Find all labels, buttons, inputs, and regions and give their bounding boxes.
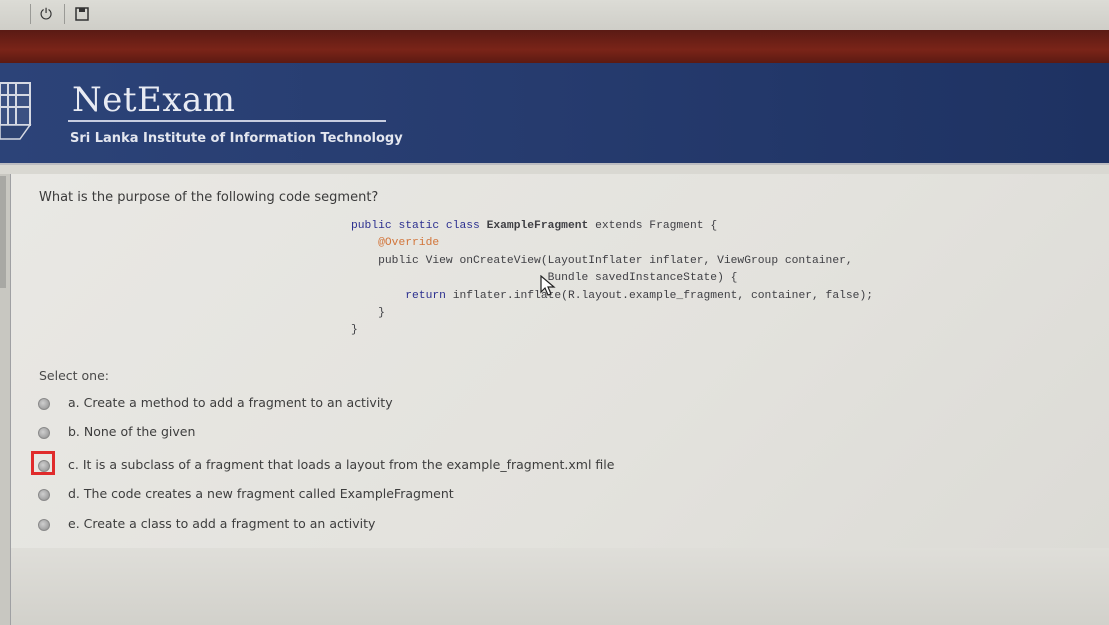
- accent-bar: [0, 30, 1109, 63]
- code-block: public static class ExampleFragment exte…: [351, 218, 873, 340]
- answer-option-c[interactable]: c. It is a subclass of a fragment that l…: [11, 451, 911, 479]
- code-line-1: public static class ExampleFragment exte…: [351, 220, 718, 232]
- site-header: NetExam Sri Lanka Institute of Informati…: [0, 63, 1109, 165]
- power-icon[interactable]: ⏻: [36, 4, 56, 24]
- code-line-7: }: [351, 324, 358, 337]
- question-text: What is the purpose of the following cod…: [39, 190, 379, 205]
- toolbar-separator: [30, 4, 31, 24]
- code-line-6: }: [351, 307, 385, 320]
- question-card: What is the purpose of the following cod…: [11, 174, 1109, 549]
- code-line-5: return inflater.inflate(R.layout.example…: [405, 289, 874, 302]
- radio-button[interactable]: [38, 398, 50, 410]
- answer-label[interactable]: e. Create a class to add a fragment to a…: [68, 516, 375, 531]
- code-line-3: public View onCreateView(LayoutInflater …: [351, 254, 853, 267]
- site-title[interactable]: NetExam: [72, 80, 236, 120]
- radio-button[interactable]: [38, 519, 50, 531]
- radio-button[interactable]: [38, 460, 50, 472]
- question-nav-tab[interactable]: [0, 176, 6, 288]
- answer-option-d[interactable]: d. The code creates a new fragment calle…: [11, 484, 911, 508]
- site-subtitle: Sri Lanka Institute of Information Techn…: [70, 131, 403, 146]
- crest-logo: [0, 82, 32, 140]
- answer-option-e[interactable]: e. Create a class to add a fragment to a…: [11, 514, 911, 538]
- browser-toolbar: ⏻: [0, 0, 1109, 30]
- answer-label[interactable]: c. It is a subclass of a fragment that l…: [68, 457, 614, 472]
- toolbar-separator: [64, 4, 65, 24]
- page-footer-area: [10, 548, 1109, 625]
- answer-label[interactable]: a. Create a method to add a fragment to …: [68, 395, 393, 410]
- cursor-icon: [540, 275, 556, 296]
- save-icon[interactable]: [72, 4, 92, 24]
- answer-label[interactable]: d. The code creates a new fragment calle…: [68, 486, 454, 501]
- title-divider: [68, 120, 386, 122]
- question-panel: What is the purpose of the following cod…: [10, 174, 1109, 549]
- select-one-label: Select one:: [39, 368, 110, 383]
- answer-option-b[interactable]: b. None of the given: [11, 422, 911, 446]
- code-line-2: @Override: [351, 237, 440, 250]
- answer-label[interactable]: b. None of the given: [68, 424, 195, 439]
- answer-option-a[interactable]: a. Create a method to add a fragment to …: [11, 393, 911, 417]
- radio-button[interactable]: [38, 489, 50, 501]
- radio-button[interactable]: [38, 427, 50, 439]
